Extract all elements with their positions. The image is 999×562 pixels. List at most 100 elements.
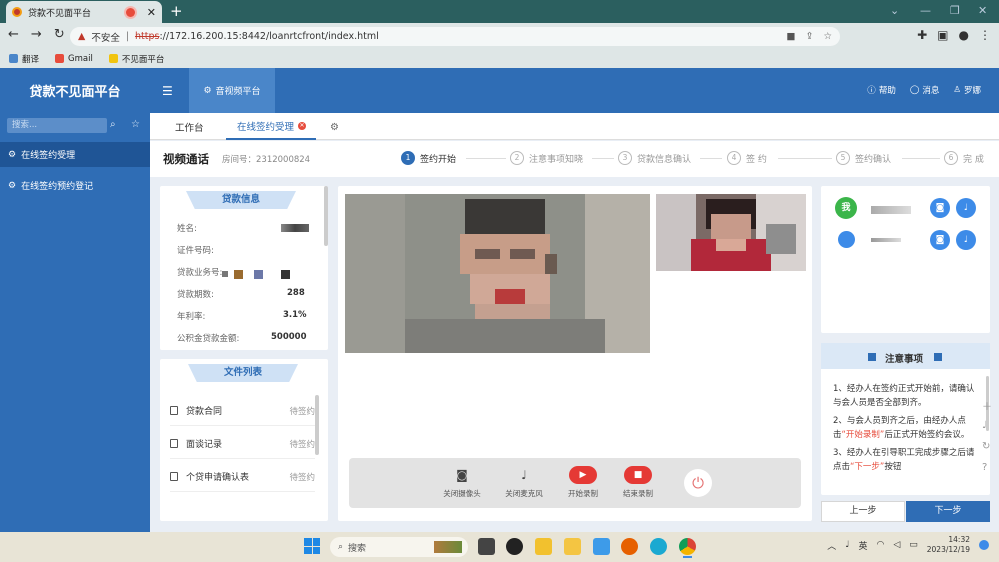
chrome-icon[interactable] [679,538,696,555]
tab-online-signing[interactable]: 在线签约受理 ✕ [237,119,307,133]
file-row[interactable]: 面谈记录 待签约 [170,429,315,459]
file-row[interactable]: 个贷申请确认表 待签约 [170,462,315,492]
field-term-value: 288 [287,288,305,298]
file-name: 个贷申请确认表 [186,473,250,483]
sidebar-search-input[interactable]: 搜索... [7,118,107,133]
scrollbar[interactable] [315,395,319,455]
taskbar-search[interactable]: ⌕ 搜索 [330,537,468,557]
browser-tab-title: 贷款不见面平台 [28,8,92,19]
microphone-icon: ♩ [521,468,527,482]
back-icon[interactable]: ← [8,27,19,42]
chevron-up-icon[interactable]: ︿ [827,539,836,552]
file-explorer-icon[interactable] [564,538,581,555]
bookmark-star-icon[interactable]: ☆ [823,31,832,42]
new-tab-button[interactable]: + [170,2,183,20]
stop-recording-button[interactable]: ■ 结束录制 [613,466,663,499]
messages-link[interactable]: ◯ 消息 [910,84,940,96]
note-item: 2、与会人员到齐之后，由经办人点击“开始录制”后正式开始签约会议。 [833,416,970,440]
sidepanel-icon[interactable]: ▣ [937,28,948,42]
bookmark-translate[interactable]: 翻译 [9,53,39,65]
bookmark-gmail[interactable]: Gmail [55,54,93,64]
participant-mic-button[interactable]: ♩ [956,198,976,218]
menu-icon[interactable]: ⋮ [979,28,991,42]
wifi-icon[interactable]: ◠ [876,540,884,550]
mic-tool-icon[interactable]: ♩ [982,420,987,431]
active-tab-indicator [226,138,316,140]
file-status: 待签约 [289,439,315,450]
file-status: 待签约 [289,472,315,483]
close-camera-button[interactable]: ◙ 关闭摄像头 [437,466,487,499]
notes-title: 注意事项 [885,354,924,365]
start-icon[interactable] [304,538,320,554]
tab-workbench[interactable]: 工作台 [175,120,204,134]
camera-permission-icon[interactable]: ■ [787,31,796,42]
hamburger-menu-icon[interactable]: ☰ [162,84,173,98]
search-icon[interactable]: ⌕ [110,119,116,130]
participant-mic-button[interactable]: ♩ [956,230,976,250]
flag-icon [934,353,942,361]
gmail-icon [55,54,65,63]
warning-icon: ▲ [78,31,86,42]
next-step-button[interactable]: 下一步 [906,501,990,522]
url-scheme: https [135,31,160,42]
tab-close-icon[interactable]: ✕ [298,122,307,130]
edge-icon[interactable] [650,538,667,555]
close-microphone-button[interactable]: ♩ 关闭麦克风 [499,466,549,499]
header-actions: ⓘ 帮助 ◯ 消息 ♙ 罗娜 [867,84,981,96]
translate-icon [9,54,18,63]
settings-icon[interactable]: ⚙ [330,122,339,133]
forward-icon[interactable]: → [31,27,42,42]
zoom-in-icon[interactable]: ＋ [982,398,992,413]
dell-icon[interactable] [506,538,523,555]
sidebar-item-appointment[interactable]: ⚙ 在线签约预约登记 [0,173,150,198]
participant-camera-button[interactable]: ◙ [930,198,950,218]
notification-icon[interactable] [979,540,989,550]
battery-icon[interactable]: ▭ [909,540,918,550]
gear-icon: ⚙ [8,149,17,160]
profile-icon[interactable]: ● [959,28,969,42]
firefox-icon[interactable] [621,538,638,555]
browser-toolbar: ✚ ▣ ● ⋮ [917,28,991,42]
sidebar-item-online-signing[interactable]: ⚙ 在线签约受理 [0,142,150,167]
refresh-icon[interactable]: ↻ [982,441,990,452]
minimize-icon[interactable]: — [920,4,931,17]
participant-camera-button[interactable]: ◙ [930,230,950,250]
maximize-icon[interactable]: ❐ [950,4,960,17]
power-icon[interactable]: ⏻ [684,469,712,497]
reload-icon[interactable]: ↻ [54,27,65,42]
microphone-icon[interactable]: ♩ [845,540,849,550]
scrollbar[interactable] [324,186,328,246]
document-icon [170,472,178,481]
help-link[interactable]: ⓘ 帮助 [867,84,896,96]
tab-close-icon[interactable]: ✕ [147,6,156,19]
help-icon[interactable]: ? [982,462,987,473]
url-field[interactable]: ▲ 不安全 | https://172.16.200.15:8442/loanr… [70,27,840,46]
module-tab-av-platform[interactable]: ⚙ 音视频平台 [189,68,275,113]
play-icon: ▶ [569,466,597,484]
share-icon[interactable]: ⇪ [806,31,814,42]
window-close-icon[interactable]: ✕ [978,4,987,17]
avatar [838,231,855,248]
app-icon[interactable] [535,538,552,555]
tab-search-icon[interactable]: ⌄ [890,4,899,17]
clock[interactable]: 14:32 2023/12/19 [927,535,970,555]
star-icon[interactable]: ☆ [131,119,140,130]
settings-app-icon[interactable] [593,538,610,555]
gear-icon: ⚙ [8,180,17,191]
step-1: 1 签约开始 [401,151,456,165]
file-row[interactable]: 贷款合同 待签约 [170,396,315,426]
ime-indicator[interactable]: 英 [858,539,867,552]
avatar: 我 [835,197,857,219]
browser-tab[interactable]: 贷款不见面平台 ✕ [6,1,162,23]
bookmark-platform[interactable]: 不见面平台 [108,53,164,65]
url-text: ://172.16.200.15:8442/loanrtcfront/index… [159,31,379,42]
task-view-icon[interactable] [478,538,495,555]
redacted-value [222,271,228,277]
volume-icon[interactable]: ◁ [893,540,900,550]
start-recording-button[interactable]: ▶ 开始录制 [558,466,608,499]
prev-step-button[interactable]: 上一步 [821,501,905,522]
extensions-icon[interactable]: ✚ [917,28,927,42]
field-loan-no-label: 贷款业务号: [177,268,223,278]
sidebar-item-label: 在线签约受理 [21,151,76,161]
user-menu[interactable]: ♙ 罗娜 [953,84,981,96]
